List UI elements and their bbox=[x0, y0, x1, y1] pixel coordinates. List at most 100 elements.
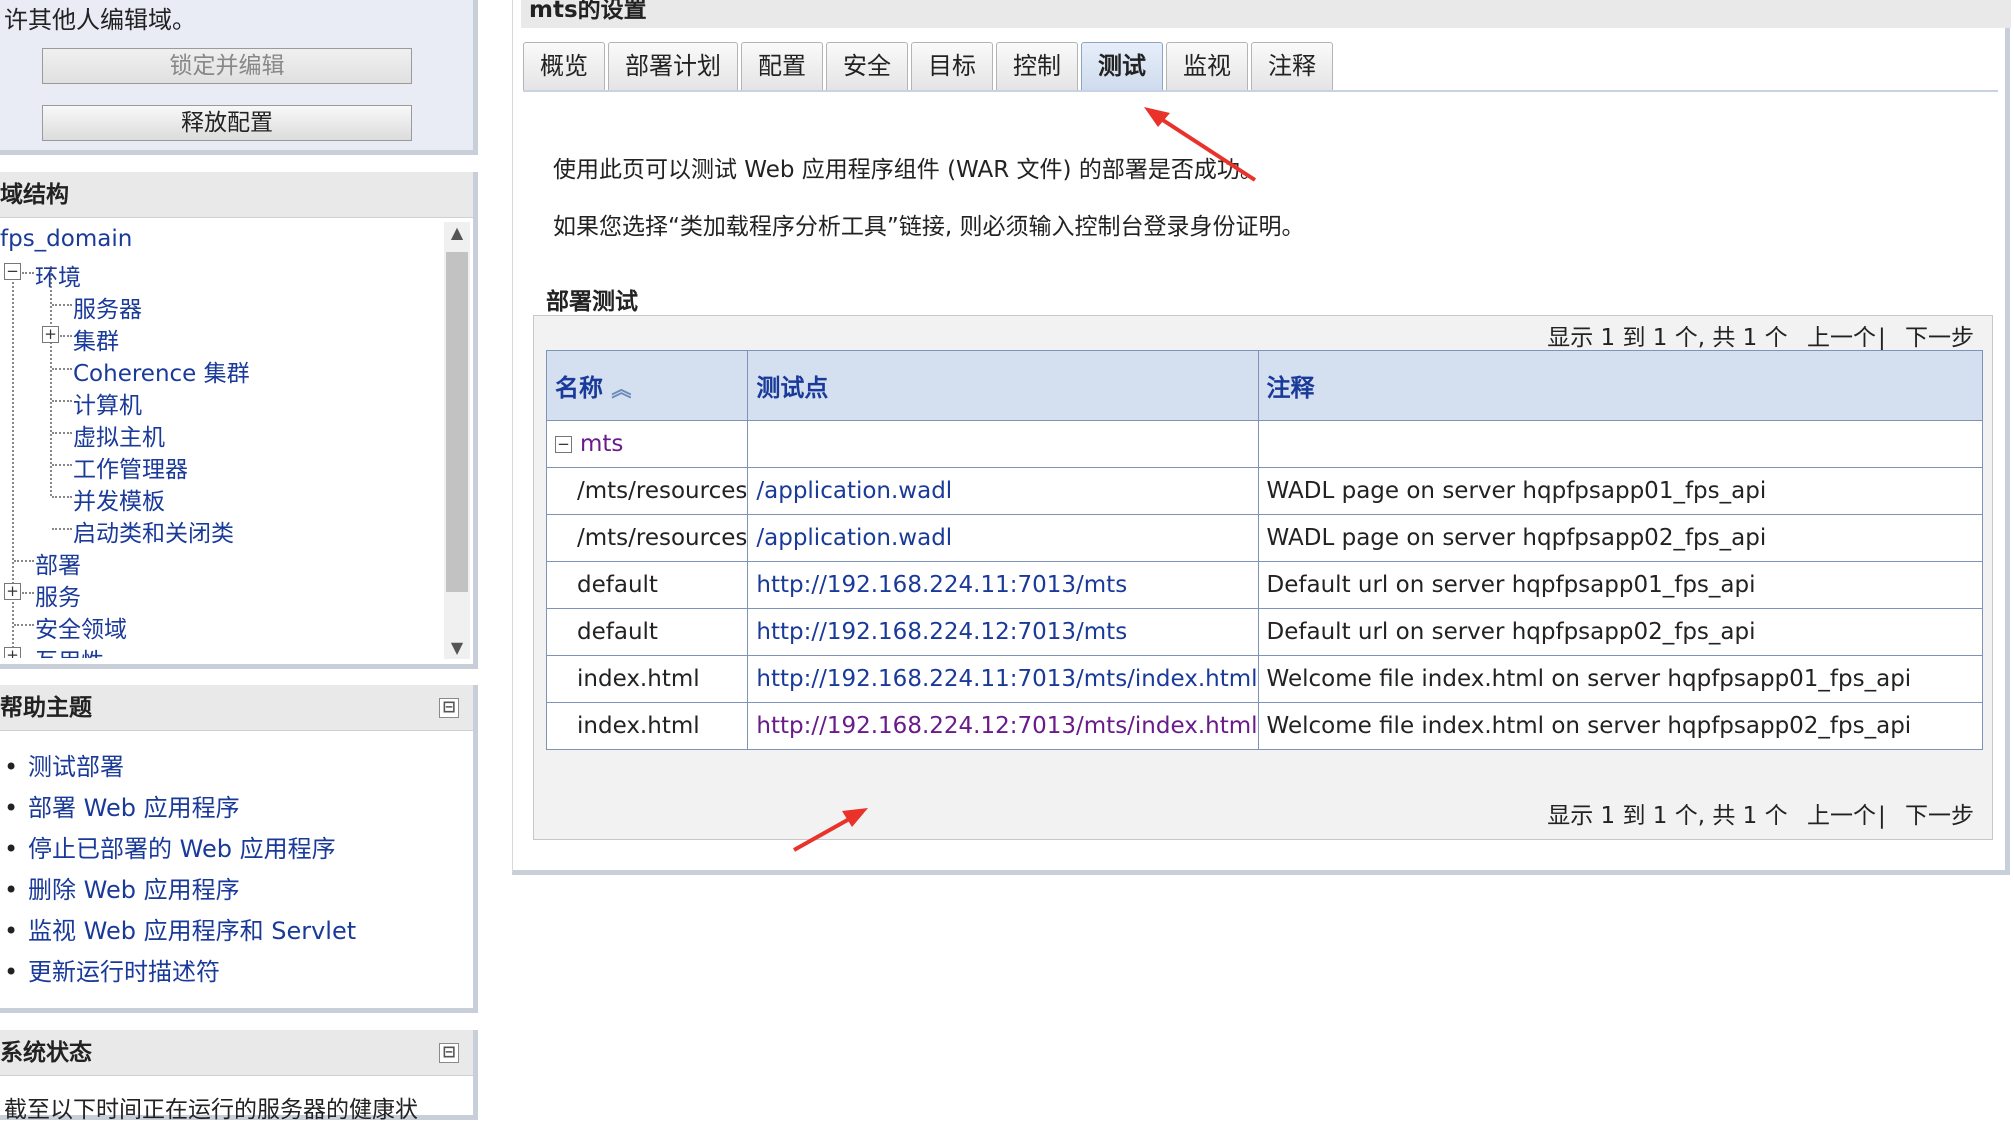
left-sidebar: 许其他人编辑域。 锁定并编辑 释放配置 域结构 fps_domain − 环境 … bbox=[0, 0, 483, 1123]
scroll-down-icon[interactable]: ▼ bbox=[448, 639, 466, 657]
tree-line bbox=[52, 304, 72, 306]
tree-item-services[interactable]: 服务 bbox=[35, 578, 81, 612]
table-cell bbox=[747, 420, 1259, 468]
settings-tabs: 概览 部署计划 配置 安全 目标 控制 测试 监视 注释 bbox=[523, 42, 1336, 90]
row-name: /mts/resources bbox=[545, 467, 749, 515]
help-link[interactable]: 删除 Web 应用程序 bbox=[0, 870, 356, 911]
row-test-point-link[interactable]: /application.wadl bbox=[747, 514, 1259, 562]
tree-item-clusters[interactable]: 集群 bbox=[73, 322, 119, 356]
tree-root-fps-domain[interactable]: fps_domain bbox=[0, 226, 132, 252]
row-name: index.html bbox=[545, 655, 749, 703]
system-status-text: 截至以下时间正在运行的服务器的健康状 bbox=[4, 1097, 418, 1123]
tab-overview[interactable]: 概览 bbox=[523, 42, 605, 90]
tree-line bbox=[60, 335, 72, 337]
expand-icon[interactable]: + bbox=[4, 647, 21, 658]
pager-separator: | bbox=[1877, 803, 1886, 829]
group-label[interactable]: mts bbox=[580, 431, 623, 457]
row-test-point-link[interactable]: http://192.168.224.12:7013/mts/index.htm… bbox=[747, 702, 1259, 750]
table-row: index.html http://192.168.224.12:7013/mt… bbox=[545, 702, 1984, 750]
row-note: Welcome file index.html on server hqpfps… bbox=[1257, 702, 1984, 750]
pager-summary: 显示 1 到 1 个, 共 1 个 bbox=[1547, 803, 1788, 829]
column-header-label: 名称 bbox=[555, 374, 603, 402]
system-status-title: 系统状态 ⊟ bbox=[0, 1030, 473, 1076]
scrollbar-thumb[interactable] bbox=[446, 252, 468, 592]
sort-ascending-icon[interactable]: ︽ bbox=[611, 377, 631, 401]
help-topics-title-text: 帮助主题 bbox=[0, 695, 92, 721]
deployment-tests-table: 名称 ︽ 测试点 注释 − mts /mts/resources /applica… bbox=[545, 350, 1984, 750]
tab-monitoring[interactable]: 监视 bbox=[1166, 42, 1248, 90]
expand-icon[interactable]: + bbox=[4, 583, 21, 600]
table-row: default http://192.168.224.11:7013/mts D… bbox=[545, 561, 1984, 609]
collapse-icon[interactable]: ⊟ bbox=[439, 1043, 459, 1063]
domain-tree: fps_domain − 环境 服务器 + 集群 Coherence 集群 计算… bbox=[0, 218, 440, 658]
help-link[interactable]: 监视 Web 应用程序和 Servlet bbox=[0, 911, 356, 952]
row-note: WADL page on server hqpfpsapp01_fps_api bbox=[1257, 467, 1984, 515]
tree-line bbox=[52, 400, 72, 402]
release-config-button[interactable]: 释放配置 bbox=[42, 105, 412, 141]
column-header-notes[interactable]: 注释 bbox=[1257, 350, 1984, 421]
row-test-point-link[interactable]: http://192.168.224.12:7013/mts bbox=[747, 608, 1259, 656]
tree-item-coherence[interactable]: Coherence 集群 bbox=[73, 354, 250, 388]
domain-structure-title: 域结构 bbox=[0, 172, 473, 218]
change-center-text: 许其他人编辑域。 bbox=[4, 6, 196, 34]
tab-control[interactable]: 控制 bbox=[996, 42, 1078, 90]
intro-text-credentials: 如果您选择“类加载程序分析工具”链接, 则必须输入控制台登录身份证明。 bbox=[553, 214, 1305, 240]
tree-item-servers[interactable]: 服务器 bbox=[73, 290, 142, 324]
tab-configuration[interactable]: 配置 bbox=[741, 42, 823, 90]
pager-prev[interactable]: 上一个 bbox=[1807, 325, 1876, 351]
pager-bottom: 显示 1 到 1 个, 共 1 个 上一个| 下一步 bbox=[1535, 796, 1974, 830]
help-link[interactable]: 部署 Web 应用程序 bbox=[0, 788, 356, 829]
collapse-icon[interactable]: − bbox=[555, 436, 572, 453]
collapse-icon[interactable]: − bbox=[4, 263, 21, 280]
scroll-up-icon[interactable]: ▲ bbox=[448, 224, 466, 242]
help-link[interactable]: 更新运行时描述符 bbox=[0, 952, 356, 993]
help-link[interactable]: 测试部署 bbox=[0, 747, 356, 788]
tab-deployment-plan[interactable]: 部署计划 bbox=[608, 42, 738, 90]
group-cell: − mts bbox=[545, 420, 749, 468]
tree-scrollbar[interactable]: ▲ ▼ bbox=[444, 222, 470, 659]
tab-divider bbox=[523, 90, 1998, 92]
tree-item-machines[interactable]: 计算机 bbox=[73, 386, 142, 420]
tab-targets[interactable]: 目标 bbox=[911, 42, 993, 90]
row-note: Default url on server hqpfpsapp01_fps_ap… bbox=[1257, 561, 1984, 609]
help-topics-title: 帮助主题 ⊟ bbox=[0, 685, 473, 731]
tree-item-work-managers[interactable]: 工作管理器 bbox=[73, 450, 188, 484]
help-topics-panel: 帮助主题 ⊟ 测试部署 部署 Web 应用程序 停止已部署的 Web 应用程序 … bbox=[0, 685, 478, 1013]
row-note: WADL page on server hqpfpsapp02_fps_api bbox=[1257, 514, 1984, 562]
pager-separator: | bbox=[1877, 325, 1886, 351]
expand-icon[interactable]: + bbox=[42, 326, 59, 343]
row-test-point-link[interactable]: http://192.168.224.11:7013/mts/index.htm… bbox=[747, 655, 1259, 703]
tree-item-startup-shutdown[interactable]: 启动类和关闭类 bbox=[73, 514, 234, 548]
system-status-title-text: 系统状态 bbox=[0, 1040, 92, 1066]
tree-item-interoperability[interactable]: 互用性 bbox=[35, 642, 104, 658]
column-header-test-point[interactable]: 测试点 bbox=[747, 350, 1259, 421]
help-link[interactable]: 停止已部署的 Web 应用程序 bbox=[0, 829, 356, 870]
change-center-panel: 许其他人编辑域。 锁定并编辑 释放配置 bbox=[0, 0, 478, 155]
table-row: /mts/resources /application.wadl WADL pa… bbox=[545, 467, 1984, 515]
pager-prev[interactable]: 上一个 bbox=[1807, 803, 1876, 829]
help-topics-list: 测试部署 部署 Web 应用程序 停止已部署的 Web 应用程序 删除 Web … bbox=[0, 747, 356, 993]
tree-item-virtual-hosts[interactable]: 虚拟主机 bbox=[73, 418, 165, 452]
tab-notes[interactable]: 注释 bbox=[1251, 42, 1333, 90]
row-test-point-link[interactable]: /application.wadl bbox=[747, 467, 1259, 515]
row-name: default bbox=[545, 608, 749, 656]
tree-item-security-realms[interactable]: 安全领域 bbox=[35, 610, 127, 644]
tab-security[interactable]: 安全 bbox=[826, 42, 908, 90]
tree-item-deployments[interactable]: 部署 bbox=[35, 546, 81, 580]
tree-line bbox=[52, 432, 72, 434]
column-header-name[interactable]: 名称 ︽ bbox=[545, 350, 749, 421]
annotation-arrow-icon bbox=[1144, 107, 1257, 182]
pager-next[interactable]: 下一步 bbox=[1905, 803, 1974, 829]
tree-line bbox=[52, 368, 72, 370]
tree-item-environment[interactable]: 环境 bbox=[35, 258, 81, 292]
tab-testing[interactable]: 测试 bbox=[1081, 42, 1163, 90]
pager-summary: 显示 1 到 1 个, 共 1 个 bbox=[1547, 325, 1788, 351]
tree-line bbox=[52, 464, 72, 466]
collapse-icon[interactable]: ⊟ bbox=[439, 698, 459, 718]
domain-structure-panel: 域结构 fps_domain − 环境 服务器 + 集群 Coherence 集… bbox=[0, 172, 478, 669]
pager-next[interactable]: 下一步 bbox=[1905, 325, 1974, 351]
row-test-point-link[interactable]: http://192.168.224.11:7013/mts bbox=[747, 561, 1259, 609]
row-note: Default url on server hqpfpsapp02_fps_ap… bbox=[1257, 608, 1984, 656]
lock-and-edit-button[interactable]: 锁定并编辑 bbox=[42, 48, 412, 84]
tree-item-concurrency[interactable]: 并发模板 bbox=[73, 482, 165, 516]
